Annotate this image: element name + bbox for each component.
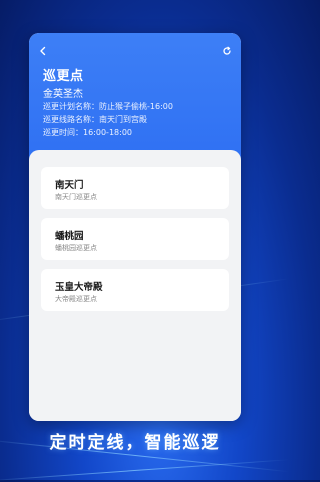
page-title: 巡更点: [43, 69, 84, 84]
chevron-left-icon: [40, 46, 46, 56]
checkpoint-list: 南天门 南天门巡更点 蟠桃园 蟠桃园巡更点 玉皇大帝殿 大帝殿巡更点: [29, 150, 241, 421]
list-item[interactable]: 蟠桃园 蟠桃园巡更点: [41, 218, 229, 260]
checkpoint-name: 南天门: [55, 180, 84, 191]
promo-slogan: 定时定线，智能巡逻: [49, 433, 221, 453]
back-button[interactable]: [35, 43, 51, 59]
refresh-icon: [223, 46, 231, 55]
person-name: 金英圣杰: [43, 89, 83, 100]
checkpoint-subtitle: 蟠桃园巡更点: [55, 244, 97, 252]
checkpoint-name: 蟠桃园: [55, 231, 84, 242]
list-item[interactable]: 玉皇大帝殿 大帝殿巡更点: [41, 269, 229, 311]
plan-name-line: 巡更计划名称：防止猴子偷桃-16:00: [43, 102, 173, 111]
list-item[interactable]: 南天门 南天门巡更点: [41, 167, 229, 209]
refresh-button[interactable]: [219, 43, 235, 59]
checkpoint-subtitle: 大帝殿巡更点: [55, 295, 97, 303]
checkpoint-subtitle: 南天门巡更点: [55, 193, 97, 201]
patrol-time-line: 巡更时间：16:00-18:00: [43, 128, 132, 137]
decorative-light-line: [0, 459, 290, 482]
route-name-line: 巡更线路名称：南天门到宫殿: [43, 115, 147, 124]
app-screen: 巡更点 金英圣杰 巡更计划名称：防止猴子偷桃-16:00 巡更线路名称：南天门到…: [29, 33, 241, 421]
checkpoint-name: 玉皇大帝殿: [55, 282, 103, 293]
